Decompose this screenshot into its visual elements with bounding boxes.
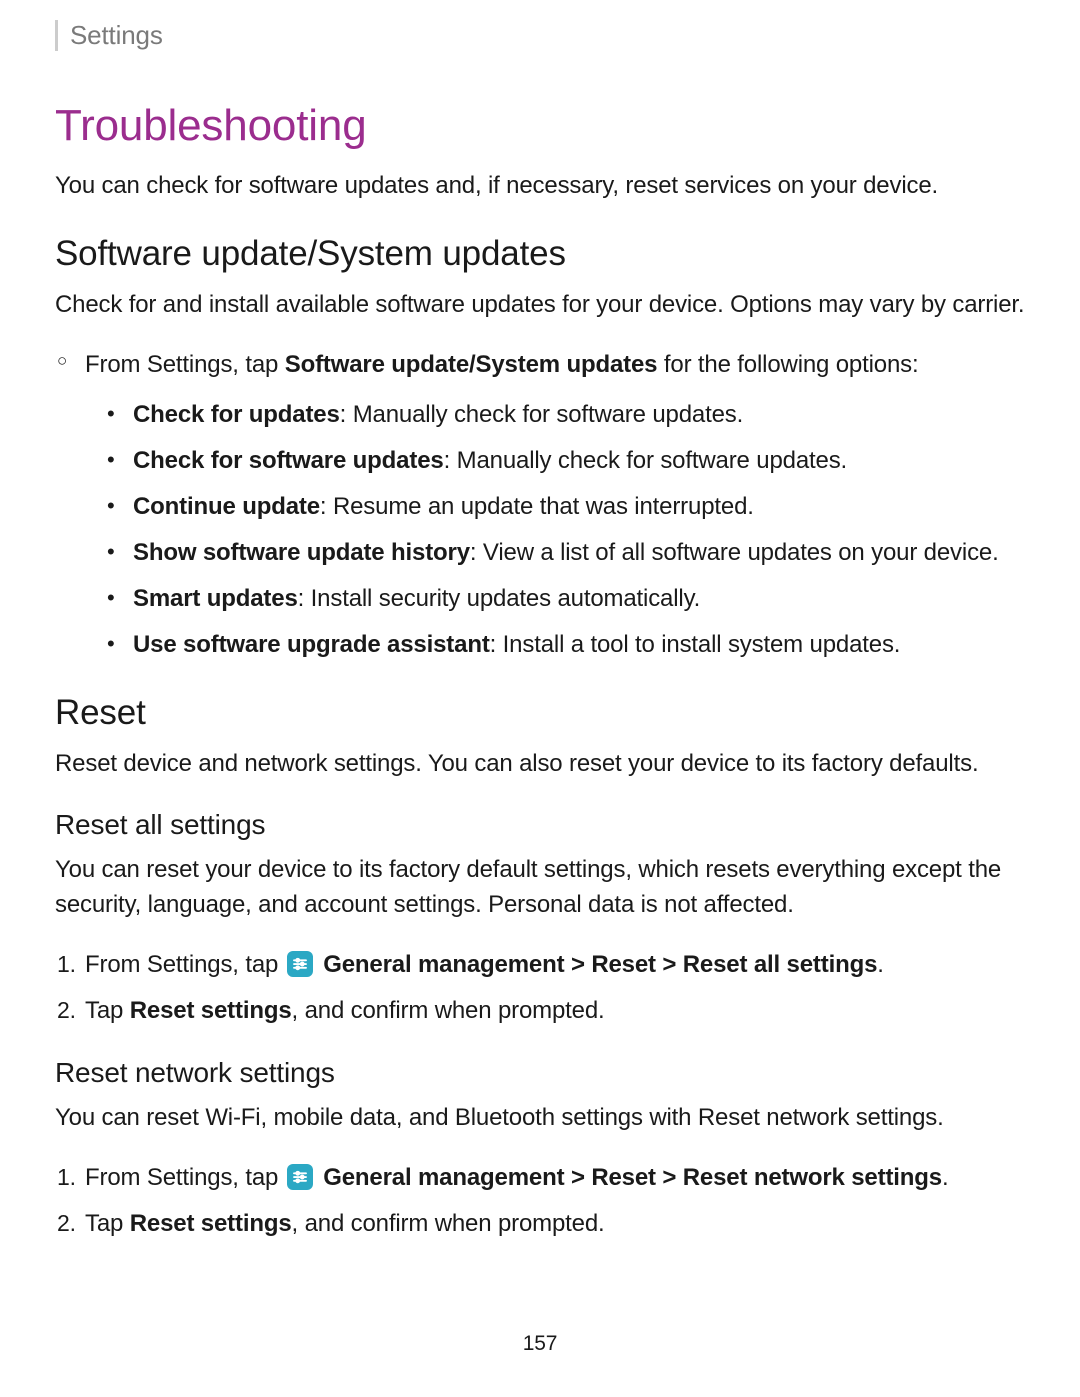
section-desc: Reset device and network settings. You c… xyxy=(55,747,1025,782)
list-item: Continue update: Resume an update that w… xyxy=(133,489,1025,525)
list-item: Check for updates: Manually check for so… xyxy=(133,397,1025,433)
list-item: Use software upgrade assistant: Install … xyxy=(133,627,1025,663)
list-item: Smart updates: Install security updates … xyxy=(133,581,1025,617)
step-bold: Reset settings xyxy=(130,1210,292,1237)
step-post: . xyxy=(942,1164,949,1191)
page-number: 157 xyxy=(55,1332,1025,1356)
step-bold: Reset settings xyxy=(130,997,292,1024)
step-post: . xyxy=(877,951,884,978)
subsection-heading-reset-network: Reset network settings xyxy=(55,1057,1025,1089)
steps-list: From Settings, tap General management > … xyxy=(55,1160,1025,1242)
list-item: Show software update history: View a lis… xyxy=(133,535,1025,571)
item-text: : Manually check for software updates. xyxy=(340,401,743,428)
item-bold: Check for software updates xyxy=(133,447,444,474)
item-bold: Use software upgrade assistant xyxy=(133,631,490,658)
steps-list: From Settings, tap General management > … xyxy=(55,947,1025,1029)
step-path: General management > Reset > Reset all s… xyxy=(323,951,877,978)
step-item: From Settings, tap General management > … xyxy=(85,947,1025,983)
step-item: Tap Reset settings, and confirm when pro… xyxy=(85,993,1025,1029)
step-pre: Tap xyxy=(85,1210,130,1237)
lead-pre: From Settings, tap xyxy=(85,351,285,378)
lead-bold: Software update/System updates xyxy=(285,351,658,378)
item-bold: Continue update xyxy=(133,493,320,520)
subsection-desc: You can reset Wi-Fi, mobile data, and Bl… xyxy=(55,1101,1025,1136)
general-management-icon xyxy=(287,951,313,977)
item-text: : Manually check for software updates. xyxy=(444,447,847,474)
item-bold: Show software update history xyxy=(133,539,470,566)
subsection-desc: You can reset your device to its factory… xyxy=(55,853,1025,923)
lead-item: From Settings, tap Software update/Syste… xyxy=(85,347,1025,663)
section-desc: Check for and install available software… xyxy=(55,288,1025,323)
step-pre: Tap xyxy=(85,997,130,1024)
section-heading-software-update: Software update/System updates xyxy=(55,234,1025,274)
breadcrumb: Settings xyxy=(55,20,1025,51)
item-bold: Check for updates xyxy=(133,401,340,428)
lead-post: for the following options: xyxy=(657,351,918,378)
step-path: General management > Reset > Reset netwo… xyxy=(323,1164,942,1191)
page-title: Troubleshooting xyxy=(55,101,1025,151)
step-item: Tap Reset settings, and confirm when pro… xyxy=(85,1206,1025,1242)
options-list: Check for updates: Manually check for so… xyxy=(85,397,1025,663)
intro-text: You can check for software updates and, … xyxy=(55,169,1025,204)
step-pre: From Settings, tap xyxy=(85,951,285,978)
step-pre: From Settings, tap xyxy=(85,1164,285,1191)
item-text: : Install security updates automatically… xyxy=(298,585,701,612)
item-text: : Install a tool to install system updat… xyxy=(490,631,901,658)
step-item: From Settings, tap General management > … xyxy=(85,1160,1025,1196)
list-item: Check for software updates: Manually che… xyxy=(133,443,1025,479)
step-post: , and confirm when prompted. xyxy=(292,997,605,1024)
item-text: : Resume an update that was interrupted. xyxy=(320,493,754,520)
item-text: : View a list of all software updates on… xyxy=(470,539,999,566)
item-bold: Smart updates xyxy=(133,585,298,612)
subsection-heading-reset-all: Reset all settings xyxy=(55,809,1025,841)
step-post: , and confirm when prompted. xyxy=(292,1210,605,1237)
section-heading-reset: Reset xyxy=(55,693,1025,733)
outer-list: From Settings, tap Software update/Syste… xyxy=(55,347,1025,663)
general-management-icon xyxy=(287,1164,313,1190)
